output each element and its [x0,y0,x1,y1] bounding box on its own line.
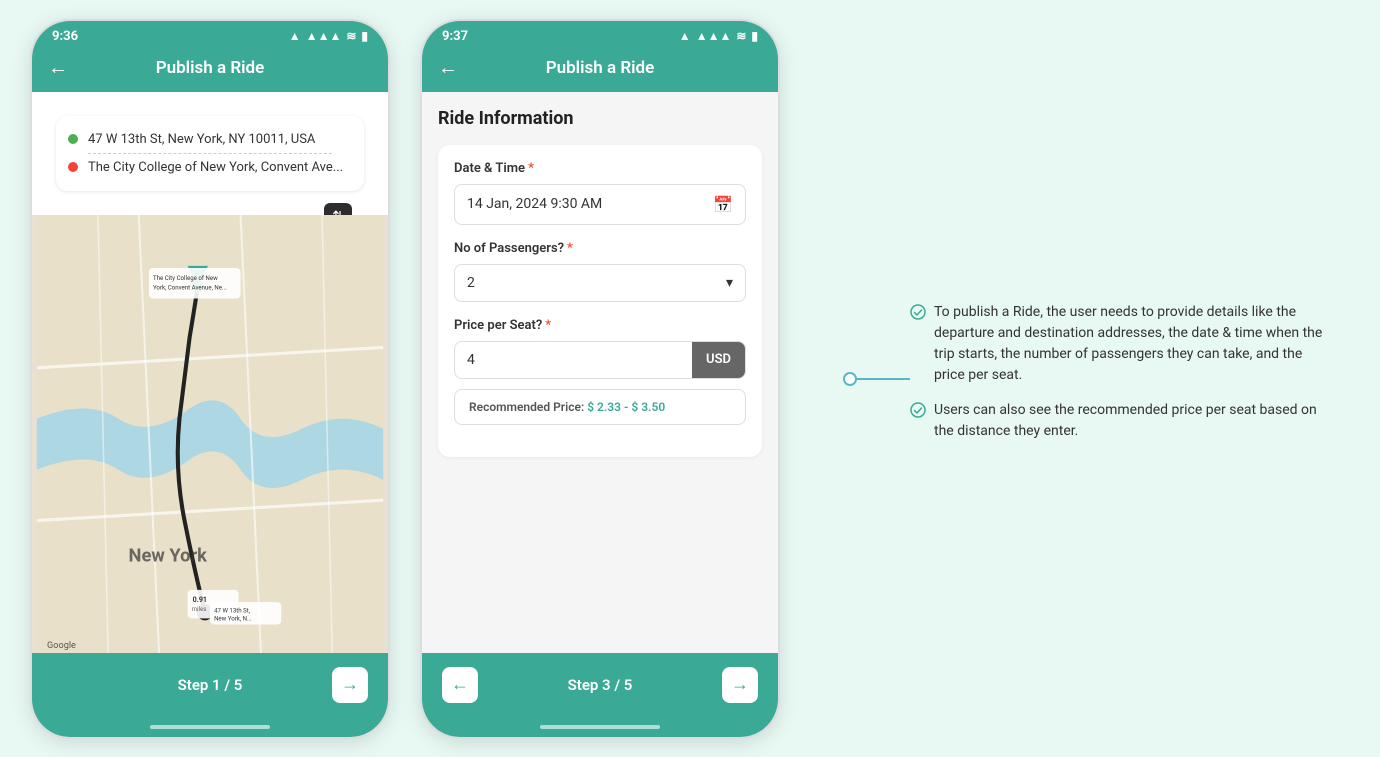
datetime-group: Date & Time * 14 Jan, 2024 9:30 AM 📅 [454,161,746,225]
time-1: 9:36 [52,29,78,44]
svg-text:0.91: 0.91 [193,595,207,604]
time-2: 9:37 [442,29,468,44]
home-indicator-2 [422,717,778,737]
datetime-label: Date & Time * [454,161,746,176]
passengers-value: 2 [467,275,475,291]
status-icons-2: ▲ ▲▲▲ ≋ ▮ [679,29,758,43]
annotation-item-2: Users can also see the recommended price… [910,400,1330,442]
datetime-input[interactable]: 14 Jan, 2024 9:30 AM 📅 [454,184,746,225]
datetime-required: * [528,161,534,176]
annotation-item-1: To publish a Ride, the user needs to pro… [910,302,1330,386]
wifi-icon-2: ≋ [736,29,746,43]
price-group: Price per Seat? * 4 USD Recommended Pric… [454,318,746,425]
price-value[interactable]: 4 [455,342,692,378]
status-bar-1: 9:36 ▲ ▲▲▲ ≋ ▮ [32,21,388,48]
passengers-required: * [567,241,573,256]
annotation-text-2: Users can also see the recommended price… [934,400,1330,442]
price-input-row: 4 USD [454,341,746,379]
passengers-label: No of Passengers? * [454,241,746,256]
back-button-2[interactable]: ← [438,55,458,80]
battery-icon-2: ▮ [751,29,758,43]
info-card: Date & Time * 14 Jan, 2024 9:30 AM 📅 No … [438,145,762,457]
app-header-1: ← Publish a Ride [32,48,388,92]
header-title-2: Publish a Ride [546,58,655,78]
header-title-1: Publish a Ride [156,58,265,78]
back-button-footer-2[interactable]: ← [442,667,478,703]
phone-footer-2: ← Step 3 / 5 → [422,653,778,717]
datetime-value: 14 Jan, 2024 9:30 AM [467,196,602,212]
phone-1: 9:36 ▲ ▲▲▲ ≋ ▮ ← Publish a Ride 47 W 13t… [30,19,390,739]
from-address: 47 W 13th St, New York, NY 10011, USA [88,132,315,147]
svg-text:miles: miles [192,606,207,613]
status-icons-1: ▲ ▲▲▲ ≋ ▮ [289,29,368,43]
to-address: The City College of New York, Convent Av… [88,160,343,175]
passengers-group: No of Passengers? * 2 ▾ [454,241,746,302]
next-button-2[interactable]: → [722,667,758,703]
battery-icon-1: ▮ [361,29,368,43]
currency-badge: USD [692,342,745,378]
location-icon-1: ▲ [289,29,301,43]
home-indicator-1 [32,717,388,737]
check-icon-2 [910,402,926,422]
calendar-icon: 📅 [713,195,733,214]
svg-text:New York, N...: New York, N... [214,615,252,622]
annotation-area: To publish a Ride, the user needs to pro… [810,302,1350,456]
check-icon-1 [910,304,926,324]
phone-footer-1: Step 1 / 5 → [32,653,388,717]
ride-info-title: Ride Information [438,108,762,129]
connector-dot [843,372,857,386]
annotation-content: To publish a Ride, the user needs to pro… [910,302,1330,456]
from-dot [68,134,78,144]
price-label: Price per Seat? * [454,318,746,333]
chevron-down-icon: ▾ [726,275,733,291]
next-button-1[interactable]: → [332,667,368,703]
location-bar: 47 W 13th St, New York, NY 10011, USA Th… [56,116,364,191]
signal-icon-2: ▲▲▲ [696,29,732,43]
svg-text:York, Convent Avenue, Ne...: York, Convent Avenue, Ne... [153,284,227,291]
ride-info-content: Ride Information Date & Time * 14 Jan, 2… [422,92,778,653]
to-dot [68,162,78,172]
status-bar-2: 9:37 ▲ ▲▲▲ ≋ ▮ [422,21,778,48]
recommended-price: Recommended Price: $ 2.33 - $ 3.50 [454,389,746,425]
svg-text:New York: New York [129,545,208,566]
signal-icon-1: ▲▲▲ [306,29,342,43]
svg-text:The City College of New: The City College of New [153,275,218,282]
location-bar-wrapper: 47 W 13th St, New York, NY 10011, USA Th… [44,104,376,203]
annotation-text-1: To publish a Ride, the user needs to pro… [934,302,1330,386]
price-required: * [545,318,551,333]
passengers-select[interactable]: 2 ▾ [454,264,746,302]
map-area: 0.91 miles The City College of New York,… [32,215,388,653]
home-bar-1 [150,725,270,729]
step-label-2: Step 3 / 5 [568,676,633,694]
app-header-2: ← Publish a Ride [422,48,778,92]
connector-line [850,378,910,380]
back-button-1[interactable]: ← [48,55,68,80]
home-bar-2 [540,725,660,729]
step-label-1: Step 1 / 5 [178,676,243,694]
svg-text:47 W 13th St,: 47 W 13th St, [214,607,250,614]
location-from[interactable]: 47 W 13th St, New York, NY 10011, USA [68,126,352,153]
location-icon-2: ▲ [679,29,691,43]
wifi-icon-1: ≋ [346,29,356,43]
phone-2: 9:37 ▲ ▲▲▲ ≋ ▮ ← Publish a Ride Ride Inf… [420,19,780,739]
location-to[interactable]: The City College of New York, Convent Av… [68,154,352,181]
svg-text:Google: Google [47,640,76,650]
